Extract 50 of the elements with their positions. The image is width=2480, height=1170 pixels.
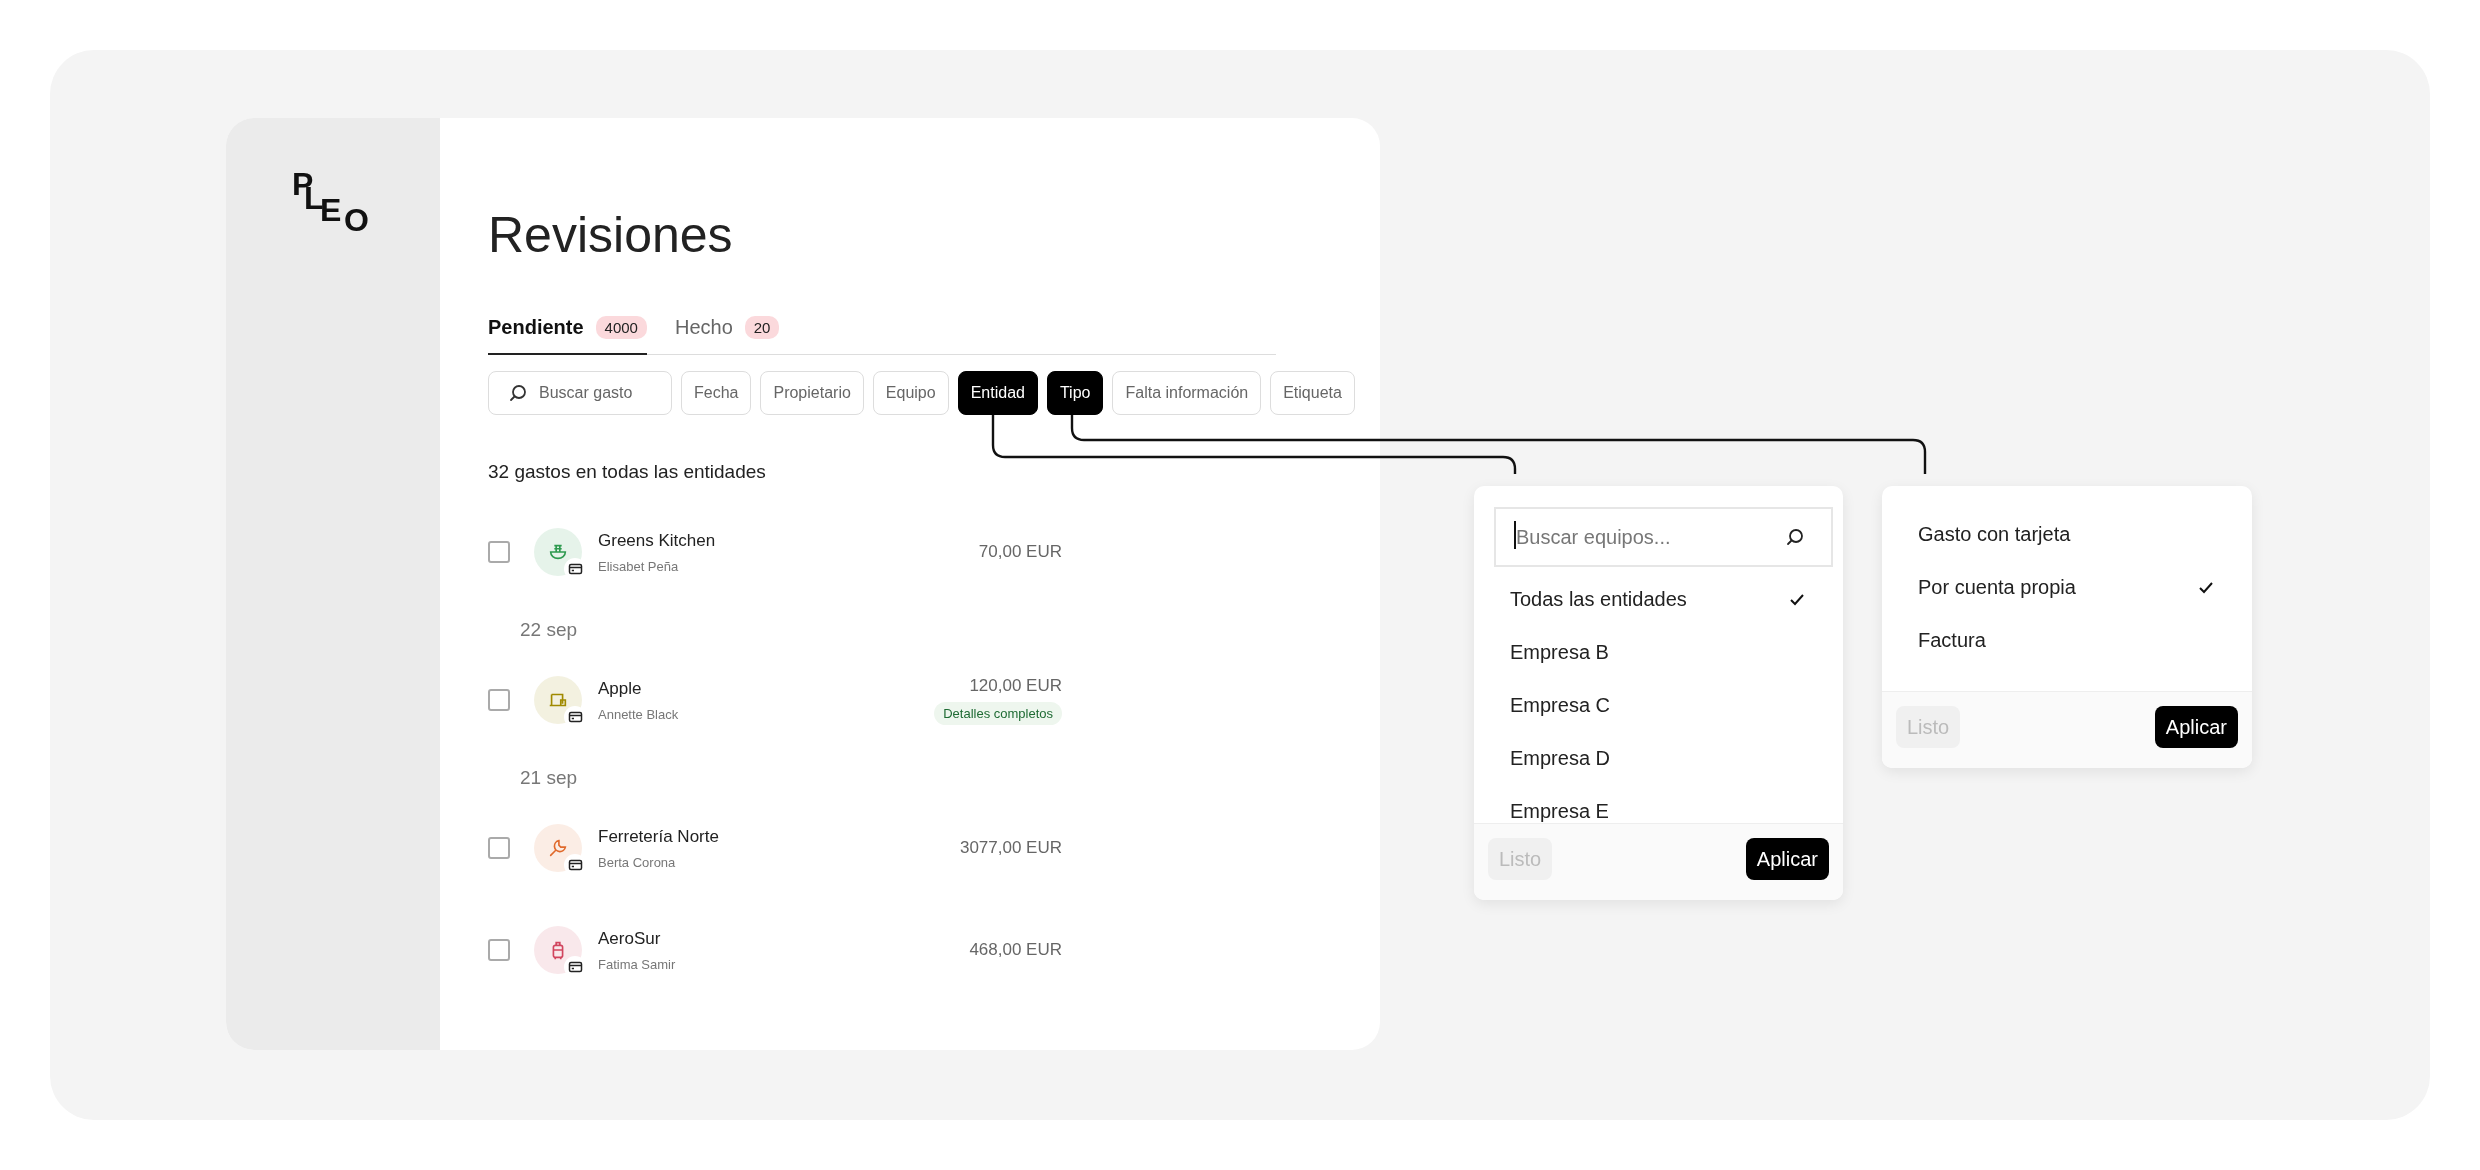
owner-name: Berta Corona bbox=[598, 854, 677, 870]
menu-option[interactable]: Empresa E bbox=[1474, 785, 1843, 823]
card-icon bbox=[567, 711, 583, 723]
menu-option[interactable]: Todas las entidades bbox=[1474, 573, 1843, 626]
menu-option[interactable]: Factura bbox=[1882, 614, 2252, 667]
merchant-name: Greens Kitchen bbox=[598, 530, 717, 551]
amount: 468,00 EUR bbox=[969, 940, 1062, 960]
logo: PLEO bbox=[292, 168, 370, 240]
owner-name: Annette Black bbox=[598, 706, 680, 722]
expense-count: 32 gastos en todas las entidades bbox=[488, 461, 767, 483]
search-field[interactable]: Buscar gasto bbox=[488, 371, 672, 415]
amount: 120,00 EUR bbox=[969, 675, 1062, 696]
card-icon bbox=[567, 961, 583, 973]
owner-name: Elisabet Peña bbox=[598, 558, 680, 574]
checkbox[interactable] bbox=[488, 837, 510, 859]
page-title: Revisiones bbox=[488, 206, 734, 264]
search-icon bbox=[1785, 527, 1805, 547]
filter-chip[interactable]: Falta información bbox=[1112, 371, 1262, 415]
filter-chip[interactable]: Propietario bbox=[760, 371, 864, 415]
menu-option[interactable]: Empresa C bbox=[1474, 679, 1843, 732]
checkbox[interactable] bbox=[488, 939, 510, 961]
menu-option[interactable]: Empresa B bbox=[1474, 626, 1843, 679]
filter-chip[interactable]: Equipo bbox=[872, 371, 949, 415]
menu-option[interactable]: Empresa D bbox=[1474, 732, 1843, 785]
amount: 3077,00 EUR bbox=[959, 838, 1062, 858]
tab[interactable]: Hecho 20 bbox=[674, 316, 780, 355]
apply-button[interactable]: Aplicar bbox=[2154, 706, 2238, 748]
search-field[interactable]: Buscar equipos... bbox=[1494, 507, 1833, 567]
merchant-name: Ferretería Norte bbox=[598, 826, 720, 847]
filter-chip[interactable]: Entidad bbox=[957, 371, 1038, 415]
date-heading: 21 sep bbox=[520, 767, 579, 789]
search-icon bbox=[508, 383, 528, 403]
menu-option[interactable]: Gasto con tarjeta bbox=[1882, 508, 2252, 561]
merchant-name: AeroSur bbox=[598, 928, 662, 949]
merchant-name: Apple bbox=[598, 678, 643, 699]
filter-chip[interactable]: Etiqueta bbox=[1270, 371, 1355, 415]
checkbox[interactable] bbox=[488, 541, 510, 563]
apply-button[interactable]: Aplicar bbox=[1745, 838, 1829, 880]
filter-chip[interactable]: Tipo bbox=[1046, 371, 1104, 415]
card-icon bbox=[567, 563, 583, 575]
status-badge: Detalles completos bbox=[934, 701, 1062, 725]
amount: 70,00 EUR bbox=[978, 542, 1062, 562]
menu-option[interactable]: Por cuenta propia bbox=[1882, 561, 2252, 614]
tab[interactable]: Pendiente 4000 bbox=[488, 316, 647, 355]
wrench-icon bbox=[547, 837, 569, 859]
checkbox[interactable] bbox=[488, 689, 510, 711]
card-icon bbox=[567, 859, 583, 871]
owner-name: Fatima Samir bbox=[598, 956, 677, 972]
filter-chip[interactable]: Fecha bbox=[681, 371, 752, 415]
date-heading: 22 sep bbox=[520, 619, 579, 641]
